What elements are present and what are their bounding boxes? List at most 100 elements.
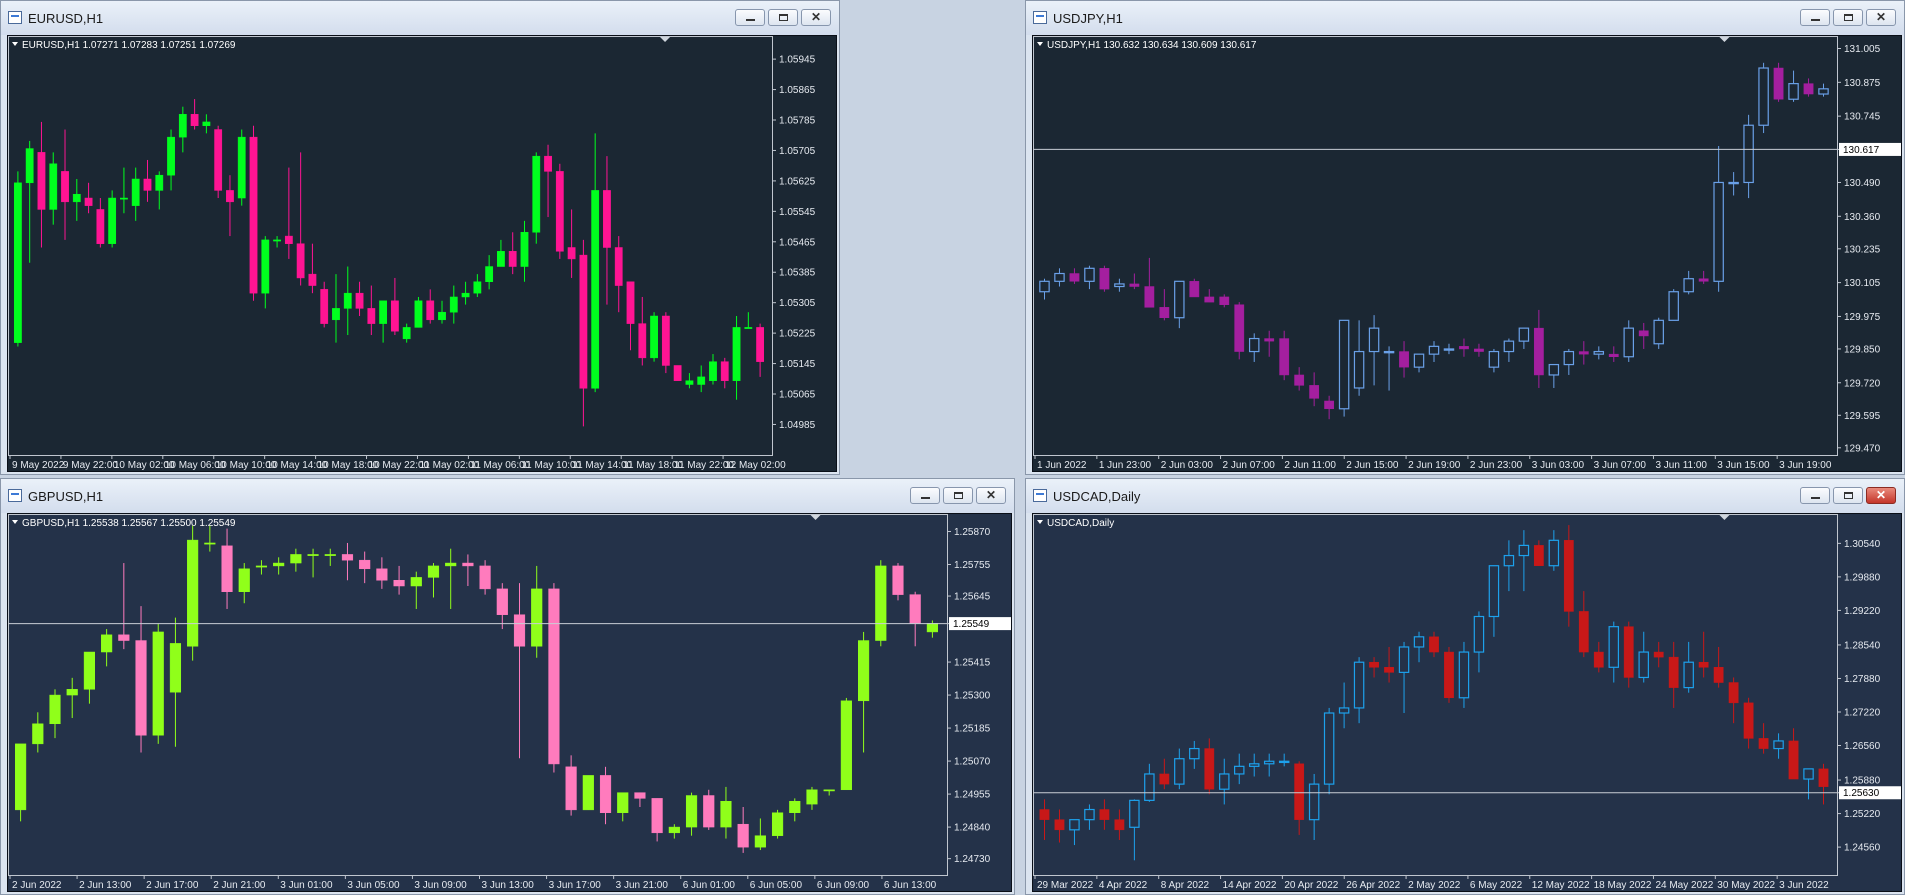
maximize-button[interactable]: [1833, 9, 1863, 26]
candle: [661, 312, 670, 374]
candle-body: [754, 835, 766, 848]
candle-body: [661, 315, 670, 366]
candle-body: [1518, 544, 1530, 557]
y-tick-label: 1.24955: [954, 790, 991, 801]
candle: [599, 766, 612, 825]
window-titlebar[interactable]: EURUSD,H1 ✕: [1, 1, 839, 35]
candle: [1084, 265, 1095, 290]
minimize-button[interactable]: [1800, 9, 1830, 26]
candle-body: [1593, 651, 1604, 668]
candle-body: [226, 190, 234, 203]
chart-area[interactable]: EURUSD,H1 1.07271 1.07283 1.07251 1.0726…: [7, 35, 837, 472]
candle: [221, 528, 233, 609]
minimize-button[interactable]: [1800, 487, 1830, 504]
chart-window-usdcad[interactable]: USDCAD,Daily ✕ USDCAD,Daily 1.30540 1.2988…: [1025, 478, 1905, 895]
candle: [1248, 753, 1260, 777]
maximize-button[interactable]: [943, 487, 973, 504]
candle-body: [1593, 350, 1605, 355]
candle: [376, 557, 388, 589]
maximize-button[interactable]: [768, 9, 798, 26]
candle-body: [1234, 304, 1245, 352]
candle-body: [1189, 281, 1200, 298]
candle: [178, 106, 187, 153]
candle: [685, 792, 698, 836]
candle-body: [720, 801, 732, 828]
candle: [1548, 363, 1560, 388]
close-icon: ✕: [985, 488, 997, 502]
candle-body: [1773, 740, 1784, 750]
candle-body: [96, 209, 105, 244]
minimize-icon: [921, 497, 930, 499]
window-title: USDCAD,Daily: [1053, 489, 1141, 504]
candle: [1473, 611, 1485, 673]
candle: [187, 525, 199, 661]
x-tick-label: 2 Jun 07:00: [1223, 460, 1276, 471]
candle: [324, 548, 336, 566]
candle-body: [1698, 278, 1709, 282]
candle-body: [1474, 348, 1484, 352]
candle-body: [634, 792, 646, 799]
close-icon: ✕: [1875, 10, 1887, 24]
candle: [1099, 265, 1110, 292]
candle: [1788, 70, 1799, 102]
candle: [840, 697, 852, 791]
candle: [520, 220, 529, 282]
candle: [84, 182, 93, 214]
y-tick-label: 1.25645: [954, 592, 991, 603]
x-tick-label: 3 Jun 07:00: [1594, 460, 1647, 471]
chart-area[interactable]: USDJPY,H1 130.632 130.634 130.609 130.61…: [1032, 35, 1902, 472]
window-titlebar[interactable]: USDJPY,H1 ✕: [1026, 1, 1904, 35]
candle: [393, 565, 405, 595]
candle: [1743, 114, 1754, 199]
candle: [1219, 758, 1230, 805]
y-tick-label: 1.25755: [954, 560, 991, 571]
y-tick-label: 1.29880: [1844, 572, 1881, 583]
maximize-button[interactable]: [1833, 487, 1863, 504]
candle-body: [249, 136, 258, 294]
close-button[interactable]: ✕: [1866, 487, 1896, 504]
close-button[interactable]: ✕: [801, 9, 831, 26]
close-button[interactable]: ✕: [1866, 9, 1896, 26]
candle-body: [1713, 667, 1724, 683]
chart-area[interactable]: USDCAD,Daily 1.30540 1.29880 1.29220 1.28540…: [1032, 513, 1902, 892]
maximize-icon: [779, 14, 788, 21]
candle-body: [1039, 809, 1050, 820]
candle-body: [1653, 651, 1664, 658]
x-tick-label: 1 Jun 23:00: [1099, 460, 1152, 471]
candle: [1459, 338, 1469, 357]
candle-body: [1338, 319, 1350, 410]
chart-window-usdjpy[interactable]: USDJPY,H1 ✕ USDJPY,H1 130.632 130.634 13…: [1025, 0, 1905, 475]
dropdown-triangle-icon: [1037, 520, 1043, 524]
candle: [1563, 525, 1574, 627]
chart-window-gbpusd[interactable]: GBPUSD,H1 ✕ GBPUSD,H1 1.25538 1.25567 1.…: [0, 478, 1015, 895]
candle: [1084, 804, 1095, 830]
candle-body: [143, 178, 152, 191]
candle: [341, 542, 354, 581]
candle-body: [1503, 554, 1515, 567]
close-button[interactable]: ✕: [976, 487, 1006, 504]
candle: [1713, 646, 1724, 688]
window-titlebar[interactable]: USDCAD,Daily ✕: [1026, 479, 1904, 513]
candle: [190, 99, 199, 130]
chart-window-eurusd[interactable]: EURUSD,H1 ✕ EURUSD,H1 1.07271 1.07283 1.…: [0, 0, 840, 475]
x-tick-label: 2 Jun 03:00: [1161, 460, 1214, 471]
minimize-button[interactable]: [910, 487, 940, 504]
candle-body: [1353, 350, 1365, 389]
chart-area[interactable]: GBPUSD,H1 1.25538 1.25567 1.25500 1.2554…: [7, 513, 1012, 892]
minimize-button[interactable]: [735, 9, 765, 26]
x-tick-label: 2 Jun 21:00: [213, 880, 266, 891]
candle: [532, 152, 541, 244]
candle-body: [720, 361, 729, 381]
candle: [1114, 809, 1125, 840]
window-titlebar[interactable]: GBPUSD,H1 ✕: [1, 479, 1014, 513]
candle: [1773, 62, 1784, 102]
candle-body: [410, 577, 422, 587]
candle: [823, 789, 835, 796]
candle-body: [13, 182, 22, 343]
candle: [410, 571, 422, 609]
chart-info-label: USDJPY,H1 130.632 130.634 130.609 130.61…: [1047, 40, 1257, 51]
candle-body: [737, 823, 749, 848]
maximize-icon: [1844, 14, 1853, 21]
candle-body: [296, 243, 305, 279]
candle: [1353, 657, 1365, 724]
